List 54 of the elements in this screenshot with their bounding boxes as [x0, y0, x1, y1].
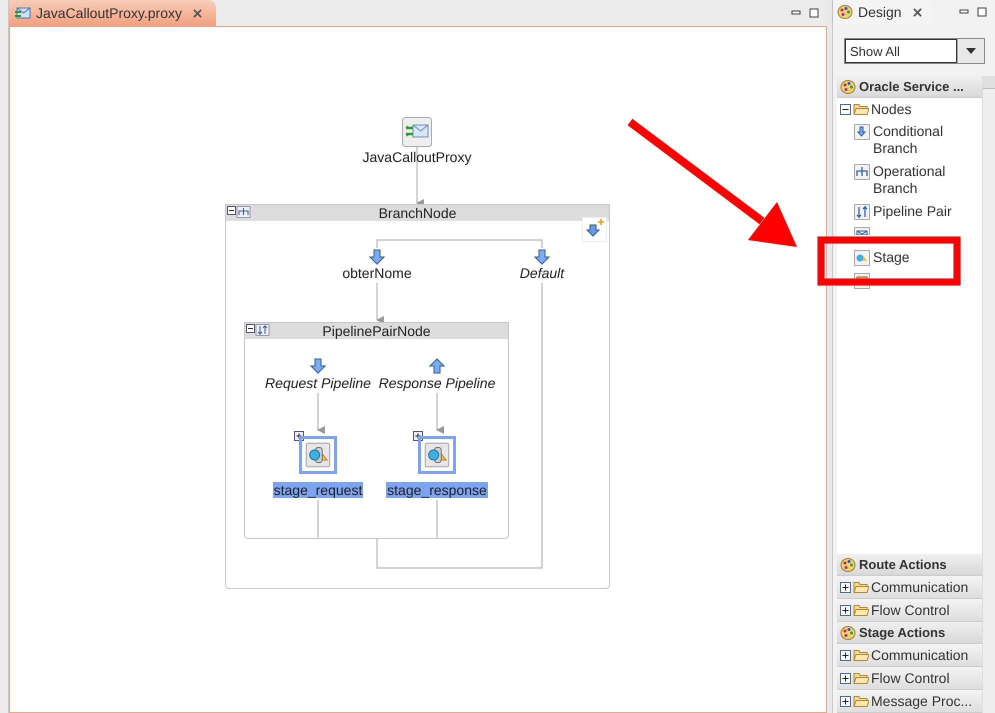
- down-arrow-icon: [534, 249, 550, 265]
- folder-icon: [853, 101, 869, 117]
- maximize-icon[interactable]: [977, 7, 987, 17]
- connector-line: [317, 500, 318, 538]
- palette-icon: [840, 624, 856, 640]
- expand-icon[interactable]: [840, 604, 851, 616]
- palette-icon: [840, 78, 856, 94]
- filter-dropdown[interactable]: Show All: [844, 38, 985, 64]
- collapse-icon[interactable]: [840, 104, 851, 114]
- folder-icon: [853, 579, 869, 595]
- stage-label[interactable]: stage_response: [386, 482, 488, 498]
- close-icon[interactable]: [912, 8, 922, 16]
- branch-label: obterNome: [342, 265, 412, 281]
- expand-icon[interactable]: [840, 650, 851, 660]
- down-arrow-icon: [368, 249, 385, 265]
- connector-line: [316, 392, 325, 434]
- collapse-pipeline-icon[interactable]: [246, 324, 270, 336]
- folder-icon: [853, 602, 869, 618]
- folder-icon: [853, 670, 869, 686]
- palette-category[interactable]: Route Actions: [837, 554, 982, 576]
- add-branch-icon[interactable]: [582, 217, 607, 242]
- down-arrow-icon: [310, 358, 326, 374]
- expand-icon[interactable]: [840, 582, 851, 592]
- collapse-branch-icon[interactable]: [226, 206, 251, 218]
- palette-category[interactable]: Oracle Service ...: [837, 76, 982, 98]
- branch-label: Default: [520, 265, 564, 281]
- scrollbar[interactable]: [982, 76, 995, 713]
- caret-icon: [966, 48, 976, 54]
- proxy-file-icon: [14, 5, 31, 21]
- stage-icon: [854, 250, 870, 266]
- route-icon: [854, 227, 870, 235]
- palette-icon: [837, 4, 853, 20]
- pipeline-label: Response Pipeline: [378, 375, 496, 391]
- up-arrow-icon: [428, 358, 445, 374]
- folder-icon: [853, 647, 869, 663]
- envelope-icon: [402, 117, 432, 147]
- stage-label[interactable]: stage_request: [272, 482, 364, 498]
- pipeline-label: Request Pipeline: [265, 375, 371, 391]
- node-title: PipelinePairNode: [322, 323, 431, 339]
- stage-icon[interactable]: [298, 436, 337, 474]
- expand-icon[interactable]: [840, 696, 851, 706]
- maximize-icon[interactable]: [809, 8, 819, 18]
- pipeline-pair-icon: [854, 204, 870, 220]
- close-icon[interactable]: [193, 8, 202, 18]
- palette-icon: [840, 556, 856, 572]
- conditional-branch-icon: [854, 124, 870, 140]
- expand-icon[interactable]: [840, 672, 851, 684]
- node-title: BranchNode: [378, 205, 456, 221]
- palette-category[interactable]: Stage Actions: [837, 622, 982, 644]
- folder-icon: [853, 693, 869, 709]
- operational-branch-icon: [854, 164, 870, 180]
- node-label: JavaCalloutProxy: [362, 149, 472, 165]
- stage-icon[interactable]: [418, 436, 456, 474]
- editor-tab[interactable]: JavaCalloutProxy.proxy: [8, 0, 216, 26]
